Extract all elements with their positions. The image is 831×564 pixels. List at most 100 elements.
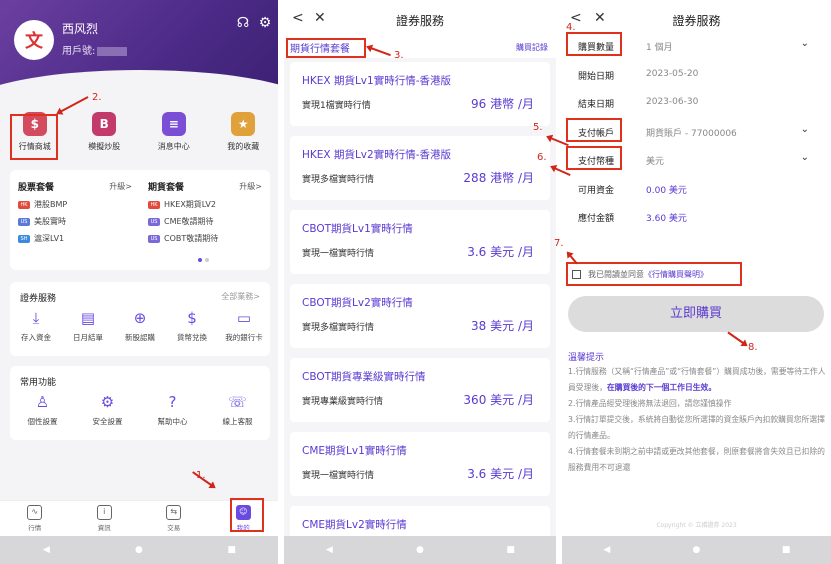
buy-now-button[interactable]: 立即購買 <box>568 296 824 332</box>
plan-name: CBOT期貨Lv2實時行情 <box>302 297 413 309</box>
package-item: US COBT敬請期待 <box>148 233 262 244</box>
user-id-mask <box>97 46 128 56</box>
market-tag: US <box>148 217 160 226</box>
step-7-text: 7. <box>554 238 564 249</box>
plan-price: 360 美元 /月 <box>463 393 534 407</box>
service-item[interactable]: ♙ 個性設置 <box>18 392 68 427</box>
futures-packages-panel: < ✕ 證券服務 期貨行情套餐 購買記錄 3. HKEX 期貨Lv1實時行情-香… <box>284 0 556 564</box>
service-label: 日月結單 <box>73 333 103 342</box>
b-coin-icon: B <box>92 112 117 136</box>
agree-prefix: 我已閱讀並同意 <box>588 270 644 279</box>
highlight-account <box>566 118 622 142</box>
chevron-down-icon[interactable]: ⌄ <box>801 38 809 49</box>
nav-bar: < ✕ 證券服務 <box>284 0 556 36</box>
header-wave <box>0 70 278 100</box>
user-id: 用戶號: <box>62 42 128 57</box>
service-label: 個性設置 <box>27 417 58 426</box>
field-value[interactable]: 美元 <box>646 154 664 167</box>
gear-icon[interactable]: ⚙ <box>256 14 274 32</box>
form-row: 開始日期 2023-05-20 <box>562 61 831 89</box>
agree-checkbox[interactable] <box>572 270 581 279</box>
quick-action[interactable]: ★ 我的收藏 <box>213 112 273 168</box>
agree-text: 我已閱讀並同意《行情購買聲明》 <box>588 269 708 280</box>
service-item[interactable]: ▤ 日月結單 <box>63 308 113 343</box>
back-nav-icon[interactable]: ◀ <box>324 545 334 555</box>
plan-name: CBOT期貨Lv1實時行情 <box>302 223 413 235</box>
common-icons: ♙ 個性設置 ⚙ 安全設置 ? 幫助中心 ☏ 線上客服 <box>10 392 270 427</box>
service-item[interactable]: ☏ 線上客服 <box>213 392 263 427</box>
tab-label: 行情 <box>28 524 42 532</box>
quick-action-label: 模擬炒股 <box>88 142 121 151</box>
form-row: 應付金額 3.60 美元 <box>562 203 831 231</box>
service-item[interactable]: ⚙ 安全設置 <box>83 392 133 427</box>
purchase-statement-link[interactable]: 《行情購買聲明》 <box>644 270 708 279</box>
highlight-quantity <box>566 32 622 56</box>
user-name: 西风烈 <box>62 22 99 36</box>
upgrade-link[interactable]: 升級> <box>109 181 132 192</box>
package-item-text: 美股實時 <box>34 217 66 226</box>
avatar[interactable]: 文 <box>14 20 54 60</box>
quick-action[interactable]: B 模擬炒股 <box>74 112 134 168</box>
account-panel: 文 西风烈 用戶號: ☊ ⚙ $ 行情商城 B 模擬炒股 ≡ 消息中心 ★ 我的收藏 股票套餐… <box>0 0 278 564</box>
service-item[interactable]: ? 幫助中心 <box>148 392 198 427</box>
recents-nav-icon[interactable]: ■ <box>227 545 237 555</box>
plan-card[interactable]: HKEX 期貨Lv1實時行情-香港版 實現1檔實時行情 96 港幣 /月 <box>290 62 550 126</box>
market-tag: US <box>18 217 30 226</box>
package-item: US CME敬請期待 <box>148 216 262 227</box>
customer-service-icon: ☏ <box>228 393 247 411</box>
form-row: 可用資金 0.00 美元 <box>562 175 831 203</box>
headset-icon[interactable]: ☊ <box>234 14 252 32</box>
tips-title: 溫馨提示 <box>568 353 605 363</box>
tab-news[interactable]: i 資訊 <box>82 501 126 536</box>
purchase-form-panel: < ✕ 證券服務 購買數量 1 個月 ⌄ 開始日期 2023-05-20 結束日期 2023… <box>562 0 831 564</box>
all-services-link[interactable]: 全部業務> <box>221 291 260 302</box>
market-tag: US <box>148 234 160 243</box>
agreement-row[interactable]: 我已閱讀並同意《行情購買聲明》 <box>566 262 742 286</box>
tip-4: 4.行情套餐未到期之前申請或更改其他套餐，則原套餐將會失效且已扣除的服務費用不可… <box>568 447 825 472</box>
tab-market[interactable]: ∿ 行情 <box>13 501 57 536</box>
system-navbar: ◀ ● ■ <box>562 536 831 564</box>
home-nav-icon[interactable]: ● <box>691 545 701 555</box>
home-nav-icon[interactable]: ● <box>415 545 425 555</box>
page-title: 證券服務 <box>395 14 444 28</box>
tab-trade[interactable]: ⇆ 交易 <box>152 501 196 536</box>
back-nav-icon[interactable]: ◀ <box>602 545 612 555</box>
plan-card[interactable]: CBOT期貨Lv1實時行情 實現一檔實時行情 3.6 美元 /月 <box>290 210 550 274</box>
chevron-down-icon[interactable]: ⌄ <box>801 152 809 163</box>
service-label: 我的銀行卡 <box>225 333 263 342</box>
plan-card[interactable]: HKEX 期貨Lv2實時行情-香港版 實現多檔實時行情 288 港幣 /月 <box>290 136 550 200</box>
home-nav-icon[interactable]: ● <box>134 545 144 555</box>
package-item-text: COBT敬請期待 <box>164 234 219 243</box>
back-nav-icon[interactable]: ◀ <box>41 545 51 555</box>
plan-card[interactable]: CBOT期貨Lv2實時行情 實現多檔實時行情 38 美元 /月 <box>290 284 550 348</box>
service-item[interactable]: ▭ 我的銀行卡 <box>219 308 269 343</box>
package-item-text: HKEX期貨LV2 <box>164 200 216 209</box>
futures-package[interactable]: 期貨套餐 升級> HK HKEX期貨LV2 US CME敬請期待 US COBT敬請期待 <box>140 170 270 270</box>
quick-action-label: 我的收藏 <box>227 142 260 151</box>
service-item[interactable]: ⤓ 存入資金 <box>11 308 61 343</box>
plan-card[interactable]: CME期貨Lv1實時行情 實現一檔實時行情 3.6 美元 /月 <box>290 432 550 496</box>
service-item[interactable]: ⊕ 新股認購 <box>115 308 165 343</box>
chevron-down-icon[interactable]: ⌄ <box>801 124 809 135</box>
stock-package[interactable]: 股票套餐 升級> HK 港股BMP US 美股實時 SH 滬深LV1 <box>10 170 140 270</box>
upgrade-link[interactable]: 升級> <box>239 181 262 192</box>
tips-text: 1.行情服務（又稱“行情產品”或“行情套餐”）購買成功後，需要等待工作人員受理後… <box>568 364 826 476</box>
plan-name: HKEX 期貨Lv1實時行情-香港版 <box>302 75 451 87</box>
service-item[interactable]: $ 貨幣兌換 <box>167 308 217 343</box>
trade-tab-icon: ⇆ <box>166 505 182 520</box>
field-value[interactable]: 期貨賬戶 - 77000006 <box>646 126 737 139</box>
service-label: 安全設置 <box>92 417 123 426</box>
quick-action[interactable]: ≡ 消息中心 <box>144 112 204 168</box>
package-item: HK 港股BMP <box>18 199 132 210</box>
bank-card-icon: ▭ <box>236 309 252 327</box>
user-id-label: 用戶號: <box>62 46 96 57</box>
field-label: 開始日期 <box>578 71 615 82</box>
purchase-history-link[interactable]: 購買記錄 <box>516 42 548 53</box>
recents-nav-icon[interactable]: ■ <box>781 545 791 555</box>
ipo-icon: ⊕ <box>133 309 147 327</box>
field-value[interactable]: 1 個月 <box>646 40 673 53</box>
plan-desc: 實現1檔實時行情 <box>302 101 371 111</box>
plan-card[interactable]: CBOT期貨專業級實時行情 實現專業級實時行情 360 美元 /月 <box>290 358 550 422</box>
securities-icons: ⤓ 存入資金 ▤ 日月結單 ⊕ 新股認購 $ 貨幣兌換 ▭ 我的銀行卡 <box>10 308 270 343</box>
recents-nav-icon[interactable]: ■ <box>506 545 516 555</box>
